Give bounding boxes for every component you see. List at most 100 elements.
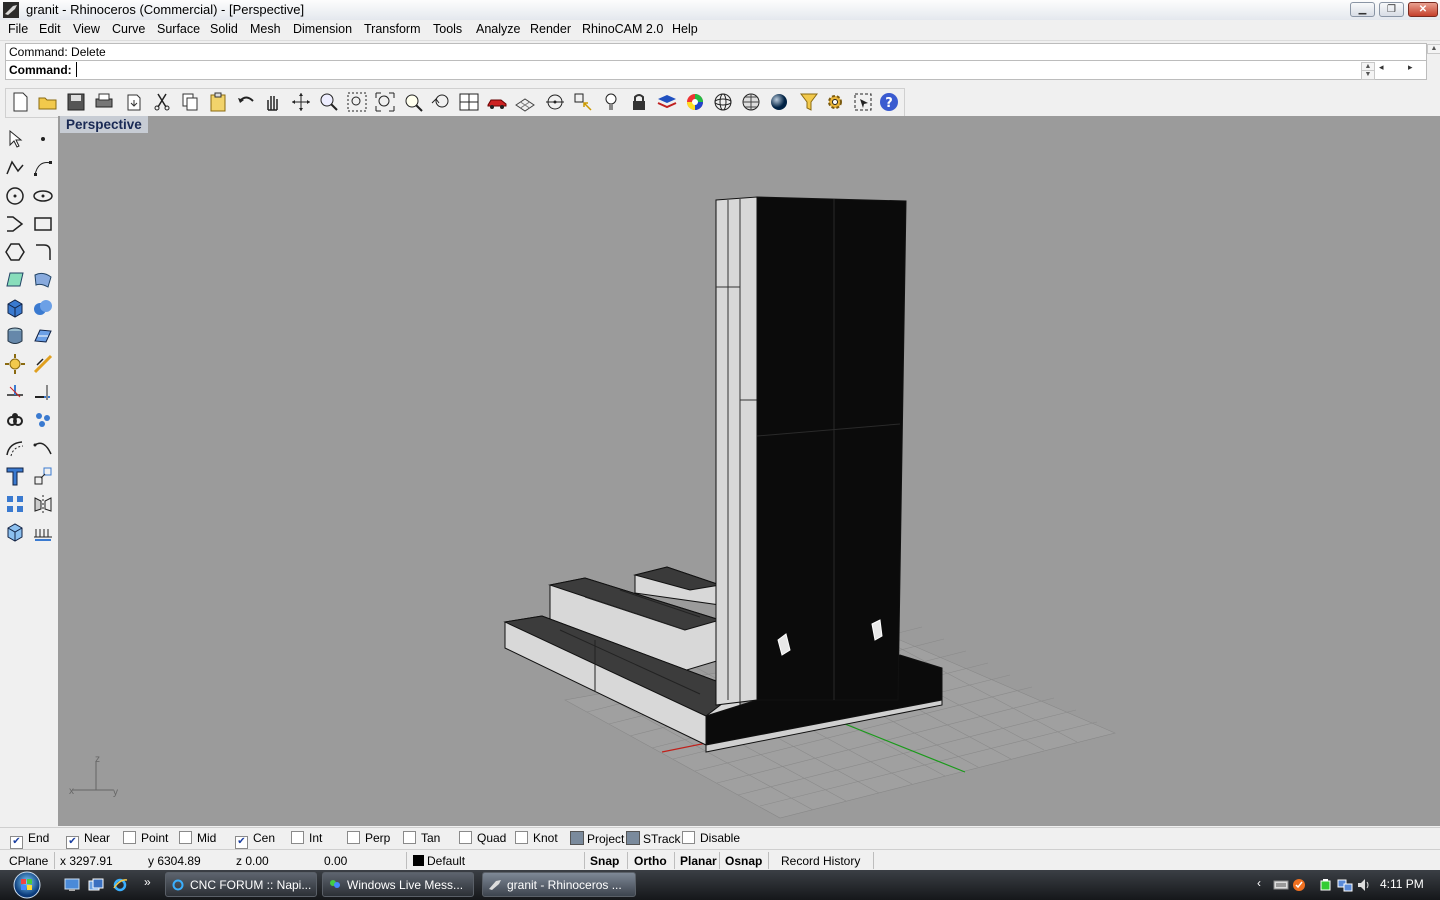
open-icon[interactable] bbox=[37, 91, 59, 113]
menu-solid[interactable]: Solid bbox=[209, 22, 239, 36]
taskbar-item-rhinoceros[interactable]: granit - Rhinoceros ... bbox=[482, 872, 636, 897]
menu-surface[interactable]: Surface bbox=[156, 22, 201, 36]
osnap-perp[interactable]: Perp bbox=[347, 831, 390, 847]
perspective-viewport[interactable]: z x y bbox=[58, 116, 1440, 826]
minimize-button[interactable]: ▁ bbox=[1350, 2, 1375, 17]
filter-icon[interactable] bbox=[798, 91, 820, 113]
internet-explorer-icon[interactable] bbox=[112, 877, 128, 893]
volume-tray-icon[interactable] bbox=[1356, 877, 1372, 893]
render-box-icon[interactable] bbox=[4, 521, 26, 543]
viewport-title-tab[interactable]: Perspective bbox=[60, 116, 148, 133]
menu-view[interactable]: View bbox=[72, 22, 101, 36]
command-arrow-right[interactable]: ▸ bbox=[1408, 62, 1413, 73]
arc-icon[interactable] bbox=[32, 437, 54, 459]
taskbar-clock[interactable]: 4:11 PM bbox=[1380, 877, 1424, 891]
osnap-end[interactable]: ✔ End bbox=[10, 831, 49, 849]
plane-icon[interactable] bbox=[32, 325, 54, 347]
lock-icon[interactable] bbox=[628, 91, 650, 113]
menu-file[interactable]: File bbox=[7, 22, 29, 36]
polyline-icon[interactable] bbox=[4, 157, 26, 179]
selection-icon[interactable] bbox=[852, 91, 874, 113]
offset-icon[interactable] bbox=[4, 437, 26, 459]
group-icon[interactable] bbox=[32, 409, 54, 431]
menu-mesh[interactable]: Mesh bbox=[249, 22, 282, 36]
status-planar-toggle[interactable]: Planar bbox=[680, 854, 717, 868]
boolean-icon[interactable] bbox=[32, 297, 54, 319]
print-icon[interactable] bbox=[93, 91, 115, 113]
osnap-int-checkbox[interactable] bbox=[291, 831, 304, 844]
extend-icon[interactable] bbox=[32, 381, 54, 403]
osnap-point[interactable]: Point bbox=[123, 831, 168, 847]
fillet-icon[interactable] bbox=[32, 241, 54, 263]
sphere-wire-icon[interactable] bbox=[712, 91, 734, 113]
help-icon[interactable]: ? bbox=[878, 91, 900, 113]
menu-dimension[interactable]: Dimension bbox=[292, 22, 353, 36]
grid-plane-icon[interactable] bbox=[514, 91, 536, 113]
security-tray-icon[interactable] bbox=[1291, 877, 1307, 893]
osnap-quad-checkbox[interactable] bbox=[459, 831, 472, 844]
osnap-cen[interactable]: ✔ Cen bbox=[235, 831, 275, 849]
undo-view-icon[interactable] bbox=[430, 91, 452, 113]
text-icon[interactable] bbox=[4, 465, 26, 487]
status-ortho-toggle[interactable]: Ortho bbox=[634, 854, 667, 868]
menu-curve[interactable]: Curve bbox=[111, 22, 146, 36]
zoom-selected-icon[interactable] bbox=[402, 91, 424, 113]
color-wheel-icon[interactable] bbox=[684, 91, 706, 113]
osnap-project[interactable]: Project bbox=[570, 831, 624, 847]
start-button[interactable] bbox=[8, 871, 46, 899]
status-snap-toggle[interactable]: Snap bbox=[590, 854, 619, 868]
keyboard-tray-icon[interactable] bbox=[1273, 877, 1289, 893]
status-record-history[interactable]: Record History bbox=[781, 854, 860, 868]
transform-icon[interactable] bbox=[32, 465, 54, 487]
split-icon[interactable] bbox=[32, 353, 54, 375]
zoom-extents-icon[interactable] bbox=[374, 91, 396, 113]
osnap-near-checkbox[interactable]: ✔ bbox=[66, 836, 79, 849]
select-icon[interactable] bbox=[4, 128, 26, 150]
circle-icon[interactable] bbox=[4, 185, 26, 207]
osnap-disable[interactable]: Disable bbox=[682, 831, 740, 847]
quick-launch-more-icon[interactable]: » bbox=[144, 875, 151, 889]
four-viewports-icon[interactable] bbox=[458, 91, 480, 113]
history-scroll-up[interactable]: ▲ bbox=[1427, 44, 1440, 54]
sphere-render-icon[interactable] bbox=[768, 91, 790, 113]
osnap-end-checkbox[interactable]: ✔ bbox=[10, 836, 23, 849]
osnap-mid-checkbox[interactable] bbox=[179, 831, 192, 844]
osnap-point-checkbox[interactable] bbox=[123, 831, 136, 844]
osnap-tan-checkbox[interactable] bbox=[403, 831, 416, 844]
osnap-int[interactable]: Int bbox=[291, 831, 322, 847]
car-icon[interactable] bbox=[486, 91, 508, 113]
model-canvas[interactable]: z x y bbox=[58, 116, 1440, 826]
osnap-strack[interactable]: STrack bbox=[626, 831, 681, 847]
sphere-mesh-icon[interactable] bbox=[740, 91, 762, 113]
menu-help[interactable]: Help bbox=[671, 22, 699, 36]
import-icon[interactable] bbox=[123, 91, 145, 113]
zoom-window-icon[interactable] bbox=[346, 91, 368, 113]
point-icon[interactable] bbox=[32, 128, 54, 150]
polygon-icon[interactable] bbox=[4, 241, 26, 263]
join-icon[interactable] bbox=[4, 409, 26, 431]
menu-transform[interactable]: Transform bbox=[363, 22, 422, 36]
command-scroll-down[interactable]: ▼ bbox=[1361, 70, 1375, 80]
osnap-knot[interactable]: Knot bbox=[515, 831, 558, 847]
power-tray-icon[interactable] bbox=[1318, 877, 1334, 893]
undo-icon[interactable] bbox=[235, 91, 257, 113]
menu-rhinocam[interactable]: RhinoCAM 2.0 bbox=[581, 22, 664, 36]
close-button[interactable]: ✕ bbox=[1408, 2, 1438, 17]
show-desktop-icon[interactable] bbox=[64, 878, 80, 892]
osnap-near[interactable]: ✔ Near bbox=[66, 831, 110, 849]
command-arrow-left[interactable]: ◂ bbox=[1379, 62, 1384, 73]
ellipse-icon[interactable] bbox=[32, 185, 54, 207]
zoom-dynamic-icon[interactable] bbox=[318, 91, 340, 113]
pan-icon[interactable] bbox=[261, 91, 283, 113]
point-icon[interactable] bbox=[544, 91, 566, 113]
explode-icon[interactable] bbox=[4, 353, 26, 375]
menu-render[interactable]: Render bbox=[529, 22, 572, 36]
command-input[interactable] bbox=[76, 62, 1361, 77]
osnap-quad[interactable]: Quad bbox=[459, 831, 506, 847]
cut-icon[interactable] bbox=[151, 91, 173, 113]
layer-icon[interactable] bbox=[656, 91, 678, 113]
box-icon[interactable] bbox=[4, 297, 26, 319]
osnap-mid[interactable]: Mid bbox=[179, 831, 216, 847]
light-icon[interactable] bbox=[600, 91, 622, 113]
blend-surface-icon[interactable] bbox=[32, 269, 54, 291]
